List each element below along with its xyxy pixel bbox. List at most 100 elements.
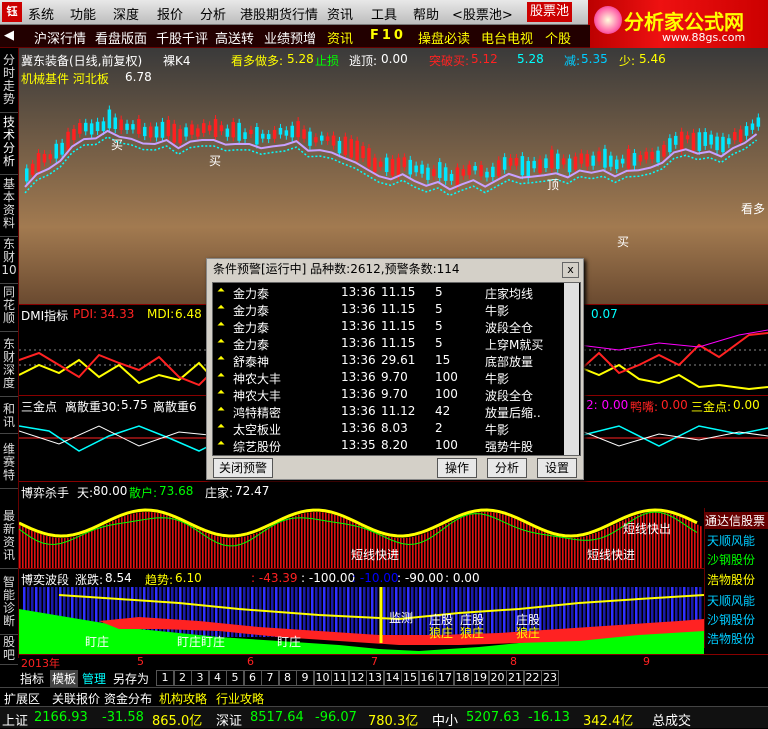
right-list-item-4[interactable]: 天顺风能	[707, 592, 755, 609]
template-number-tab[interactable]: 14	[383, 670, 402, 686]
func-fund-distribution[interactable]: 资金分布	[104, 690, 152, 707]
func-extension[interactable]: 扩展区	[4, 690, 40, 707]
template-number-tab[interactable]: 20	[488, 670, 507, 686]
template-number-tab[interactable]: 10	[313, 670, 332, 686]
template-number-tab[interactable]: 15	[401, 670, 419, 686]
action-button[interactable]: 操作	[437, 458, 477, 478]
menu-function[interactable]: 功能	[70, 4, 96, 23]
tool-stock[interactable]: 个股	[545, 28, 571, 47]
tool-f10[interactable]: F10	[370, 28, 406, 43]
template-number-tab[interactable]: 21	[506, 670, 524, 686]
template-number-tab[interactable]: 8	[278, 670, 297, 686]
alert-row[interactable]: ⏶ 金力泰 13:36 11.15 5 波段全仓	[213, 318, 563, 335]
alert-row[interactable]: ⏶ 神农大丰 13:36 9.70 100 波段全仓	[213, 386, 563, 403]
close-alert-button[interactable]: 关闭预警	[213, 458, 273, 478]
tool-profit-forecast[interactable]: 业绩预增	[264, 28, 316, 47]
right-list-item-1[interactable]: 天顺风能	[707, 532, 755, 549]
breakout-label: 突破买:	[429, 54, 470, 68]
func-related-quote[interactable]: 关联报价	[52, 690, 100, 707]
alert-list-scrollbar[interactable]	[564, 283, 579, 455]
tab-indicator[interactable]: 指标	[20, 670, 44, 687]
tool-stock-review[interactable]: 千股千评	[156, 28, 208, 47]
template-number-tab[interactable]: 17	[436, 670, 454, 686]
menu-analysis[interactable]: 分析	[200, 4, 226, 23]
game-killer-panel[interactable]: 博弈杀手 天: 80.00 散户: 73.68 庄家: 72.47 短线快进 短…	[19, 481, 768, 568]
right-list-header[interactable]: 通达信股票	[705, 512, 768, 529]
template-number-tab[interactable]: 16	[418, 670, 437, 686]
ltab-hexun[interactable]: 和讯	[0, 403, 18, 434]
template-number-tab[interactable]: 4	[208, 670, 227, 686]
extra-value: 5.28	[517, 52, 544, 66]
menu-stock-pool[interactable]: 股票池	[527, 2, 573, 22]
template-number-tab[interactable]: 1	[156, 670, 174, 686]
menu-hk-futures[interactable]: 港股期货行情	[240, 4, 318, 23]
menu-tools[interactable]: 工具	[371, 4, 397, 23]
alert-price: 8.20	[381, 438, 408, 452]
template-number-tab[interactable]: 13	[366, 670, 384, 686]
template-number-tab[interactable]: 3	[191, 670, 209, 686]
date-month-7: 7	[371, 655, 378, 668]
tool-must-read[interactable]: 操盘必读	[418, 28, 470, 47]
alert-price: 9.70	[381, 370, 408, 384]
alert-row[interactable]: ⏶ 舒泰神 13:36 29.61 15 底部放量	[213, 352, 563, 369]
template-number-tab[interactable]: 5	[226, 670, 244, 686]
tool-radio-tv[interactable]: 电台电视	[481, 28, 533, 47]
tab-template[interactable]: 模板	[50, 670, 79, 687]
func-institution[interactable]: 机构攻略	[159, 690, 207, 707]
template-number-tab[interactable]: 11	[331, 670, 349, 686]
ltab-technical[interactable]: 技术分析	[0, 116, 18, 175]
right-list-item-3[interactable]: 浩物股份	[707, 571, 755, 588]
template-number-tab[interactable]: 7	[261, 670, 279, 686]
tool-hs-market[interactable]: 沪深行情	[34, 28, 86, 47]
tab-save-as[interactable]: 另存为	[113, 670, 149, 687]
dialog-close-button[interactable]: x	[562, 262, 579, 278]
template-number-tab[interactable]: 2	[173, 670, 192, 686]
alert-row[interactable]: ⏶ 金力泰 13:36 11.15 5 上穿M就买	[213, 335, 563, 352]
menu-news[interactable]: 资讯	[327, 4, 353, 23]
alert-row[interactable]: ⏶ 鸿特精密 13:36 11.12 42 放量后缩..	[213, 403, 563, 420]
ltab-eastmoney-depth[interactable]: 东财深度	[0, 338, 18, 397]
alert-row[interactable]: ⏶ 神农大丰 13:36 9.70 100 牛影	[213, 369, 563, 386]
analyze-button[interactable]: 分析	[487, 458, 527, 478]
date-month-8: 8	[510, 655, 517, 668]
menu-depth[interactable]: 深度	[113, 4, 139, 23]
change-label: 涨跌:	[75, 573, 104, 587]
template-number-tab[interactable]: 6	[243, 670, 262, 686]
alert-row[interactable]: ⏶ 综艺股份 13:35 8.20 100 强势牛股	[213, 437, 563, 454]
template-number-tab[interactable]: 19	[471, 670, 489, 686]
ltab-basic-info[interactable]: 基本资料	[0, 178, 18, 237]
right-list-item-5[interactable]: 沙钢股份	[707, 611, 755, 628]
template-number-tab[interactable]: 12	[348, 670, 367, 686]
arrow-left-icon[interactable]: ◀	[4, 28, 14, 43]
ltab-timeshare[interactable]: 分时走势	[0, 54, 18, 113]
menu-system[interactable]: 系统	[28, 4, 54, 23]
tab-manage[interactable]: 管理	[82, 670, 106, 687]
right-list-item-6[interactable]: 浩物股份	[707, 630, 755, 647]
buy-label-1: 买	[111, 138, 124, 152]
alert-list[interactable]: ⏶ 金力泰 13:36 11.15 5 庄家均线 ⏶ 金力泰 13:36 11.15 5 牛影 ⏶ 金力泰…	[212, 282, 581, 456]
alert-row[interactable]: ⏶ 太空板业 13:36 8.03 2 牛影	[213, 420, 563, 437]
template-number-tab[interactable]: 22	[523, 670, 542, 686]
ltab-eastmoney[interactable]: 东财10	[0, 238, 18, 284]
ltab-latest-news[interactable]: 最新资讯	[0, 510, 18, 569]
tool-layout[interactable]: 看盘版面	[95, 28, 147, 47]
ltab-ths[interactable]: 同花顺	[0, 286, 18, 332]
alert-row[interactable]: ⏶ 金力泰 13:36 11.15 5 牛影	[213, 301, 563, 318]
func-industry[interactable]: 行业攻略	[216, 690, 264, 707]
trend-value: 6.10	[175, 571, 202, 585]
template-number-tab[interactable]: 23	[541, 670, 559, 686]
ltab-wst[interactable]: 维赛特	[0, 443, 18, 489]
menu-help[interactable]: 帮助	[413, 4, 439, 23]
ltab-diagnosis[interactable]: 智能诊断	[0, 576, 18, 635]
template-number-tab[interactable]: 9	[296, 670, 314, 686]
ltab-forum[interactable]: 股吧	[0, 636, 18, 665]
settings-button[interactable]: 设置	[537, 458, 577, 478]
tool-high-transfer[interactable]: 高送转	[215, 28, 254, 47]
menu-stock-pool-bracket[interactable]: <股票池>	[452, 4, 513, 23]
template-number-tab[interactable]: 18	[453, 670, 472, 686]
menu-quote[interactable]: 报价	[157, 4, 183, 23]
alert-row[interactable]: ⏶ 金力泰 13:36 11.15 5 庄家均线	[213, 284, 563, 301]
wave-panel[interactable]: 博奕波段 涨跌: 8.54 趋势: 6.10 : -43.39 : -100.0…	[19, 568, 768, 655]
tool-news[interactable]: 资讯	[327, 28, 353, 47]
right-list-item-2[interactable]: 沙钢股份	[707, 551, 755, 568]
